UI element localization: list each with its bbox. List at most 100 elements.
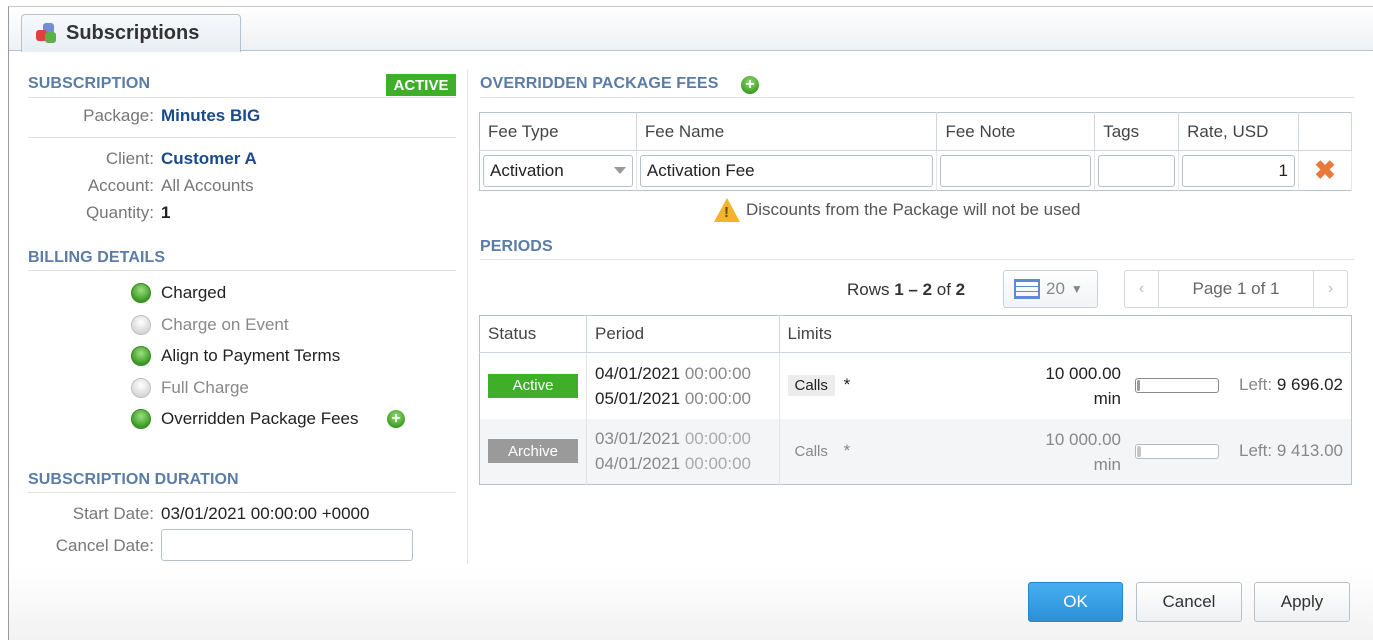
divider — [28, 270, 456, 271]
account-value: All Accounts — [161, 176, 254, 195]
divider — [28, 97, 456, 98]
period-start-time: 00:00:00 — [684, 363, 752, 383]
billing-section-title: BILLING DETAILS — [28, 249, 166, 266]
charge-on-event-toggle[interactable] — [131, 315, 151, 335]
period-start-time: 00:00:00 — [684, 429, 752, 449]
align-payment-terms-toggle[interactable] — [131, 346, 151, 366]
fee-note-input[interactable] — [940, 154, 1092, 187]
package-label: Package: — [83, 106, 154, 125]
next-page-button[interactable]: › — [1314, 271, 1347, 307]
package-link[interactable]: Minutes BIG — [161, 106, 260, 126]
duration-section-title: SUBSCRIPTION DURATION — [28, 471, 239, 488]
start-date-value: 03/01/2021 00:00:00 +0000 — [161, 504, 370, 523]
client-link[interactable]: Customer A — [161, 149, 257, 169]
rows-range: 1 – 2 — [894, 280, 933, 299]
limit-tag: Calls — [787, 375, 835, 397]
chevron-down-icon: ▼ — [1070, 282, 1083, 296]
table-header-row: Fee Type Fee Name Fee Note Tags Rate, US… — [479, 112, 1352, 151]
col-period: Period — [586, 315, 780, 353]
column-divider — [467, 70, 468, 564]
grid-icon — [1014, 279, 1040, 299]
full-charge-toggle[interactable] — [131, 378, 151, 398]
tab-subscriptions[interactable]: Subscriptions — [21, 14, 241, 52]
page-indicator: Page 1 of 1 — [1158, 271, 1314, 307]
limit-star: * — [843, 440, 851, 460]
divider — [28, 137, 456, 138]
cubes-icon — [36, 22, 58, 45]
fees-table: Fee Type Fee Name Fee Note Tags Rate, US… — [479, 112, 1352, 191]
discount-warning: ! Discounts from the Package will not be… — [714, 198, 1081, 222]
cancel-date-label: Cancel Date: — [55, 536, 154, 555]
col-fee-note: Fee Note — [936, 112, 1096, 151]
period-end-date: 04/01/2021 — [595, 454, 681, 474]
fees-section-title: OVERRIDDEN PACKAGE FEES — [480, 75, 719, 92]
limit-star: * — [843, 375, 851, 395]
col-status: Status — [479, 315, 587, 353]
left-amount: Left: 9 413.00 — [1239, 441, 1343, 461]
periods-section-title: PERIODS — [480, 238, 553, 255]
col-fee-name: Fee Name — [636, 112, 938, 151]
usage-bar-fill — [1136, 445, 1142, 457]
tab-strip: Subscriptions — [9, 7, 1373, 52]
limit-unit: min — [1093, 389, 1121, 408]
delete-icon[interactable]: ✖ — [1298, 150, 1352, 191]
col-actions — [1298, 112, 1352, 151]
overridden-fees-toggle[interactable] — [131, 409, 151, 429]
start-date-label: Start Date: — [72, 504, 154, 523]
period-start-date: 03/01/2021 — [595, 429, 681, 449]
client-label: Client: — [105, 149, 154, 168]
table-row[interactable]: Active 04/01/2021 00:00:00 05/01/2021 00… — [479, 352, 1352, 419]
rows-of: of — [932, 280, 956, 299]
warning-icon: ! — [714, 198, 740, 222]
period-end-time: 00:00:00 — [684, 454, 752, 474]
usage-bar — [1134, 378, 1219, 393]
apply-button[interactable]: Apply — [1254, 582, 1350, 622]
cancel-date-input[interactable] — [161, 529, 413, 561]
charge-on-event-label: Charge on Event — [161, 315, 289, 334]
status-badge: ACTIVE — [386, 74, 456, 96]
account-label: Account: — [87, 176, 154, 195]
limit-unit: min — [1093, 454, 1121, 474]
left-amount: Left: 9 696.02 — [1239, 375, 1343, 395]
chevron-down-icon — [613, 167, 626, 174]
pagination: ‹ Page 1 of 1 › — [1124, 270, 1348, 308]
col-fee-type: Fee Type — [479, 112, 637, 151]
rows-total: 2 — [955, 280, 966, 299]
quantity-label: Quantity: — [85, 203, 154, 222]
subscription-section-title: SUBSCRIPTION — [28, 75, 151, 92]
table-row: Activation Activation Fee 1 ✖ — [479, 150, 1352, 191]
align-payment-terms-label: Align to Payment Terms — [161, 346, 341, 365]
table-row[interactable]: Archive 03/01/2021 00:00:00 04/01/2021 0… — [479, 418, 1352, 485]
limit-amount-value: 10 000.00 — [1045, 429, 1121, 449]
page-size-select[interactable]: 20 ▼ — [1003, 270, 1098, 308]
left-label: Left: — [1238, 375, 1273, 394]
usage-bar-fill — [1136, 380, 1140, 391]
periods-table: Status Period Limits Active 04/01/2021 0… — [479, 315, 1352, 485]
tags-input[interactable] — [1098, 154, 1176, 187]
prev-page-button[interactable]: ‹ — [1125, 271, 1158, 307]
period-end-time: 00:00:00 — [684, 388, 752, 408]
tab-title: Subscriptions — [66, 22, 200, 44]
left-value: 9 696.02 — [1276, 375, 1343, 394]
add-fee-plus-icon[interactable]: + — [387, 410, 405, 428]
col-rate: Rate, USD — [1178, 112, 1299, 151]
full-charge-label: Full Charge — [161, 378, 249, 397]
quantity-value: 1 — [161, 203, 171, 222]
charged-toggle[interactable] — [131, 283, 151, 303]
fee-type-select[interactable]: Activation — [483, 154, 633, 187]
table-header-row: Status Period Limits — [479, 315, 1352, 353]
ok-button[interactable]: OK — [1028, 582, 1123, 622]
rows-prefix: Rows — [847, 280, 895, 299]
add-fee-plus-icon[interactable]: + — [741, 76, 759, 94]
col-tags: Tags — [1094, 112, 1180, 151]
rate-input[interactable]: 1 — [1182, 154, 1295, 187]
fee-type-value: Activation — [490, 160, 564, 180]
cancel-button[interactable]: Cancel — [1136, 582, 1242, 622]
divider — [480, 97, 1354, 98]
divider — [28, 492, 456, 493]
charged-label: Charged — [161, 283, 227, 302]
fee-name-input[interactable]: Activation Fee — [639, 154, 934, 187]
limit-amount-value: 10 000.00 — [1045, 364, 1121, 383]
period-end-date: 05/01/2021 — [595, 388, 681, 408]
usage-bar — [1134, 443, 1219, 459]
